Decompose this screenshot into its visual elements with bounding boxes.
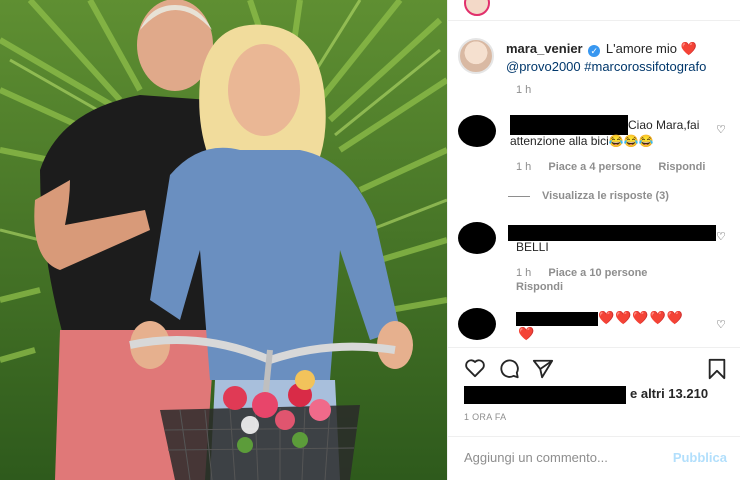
post-side-panel: mara_venier ✓ L'amore mio ❤️ @provo2000 … (447, 0, 740, 480)
comment-like-heart-icon[interactable]: ♡ (716, 230, 726, 243)
comment-meta: 1 h Piace a 10 persone Rispondi (516, 266, 716, 294)
add-comment-bar: Pubblica (448, 436, 740, 481)
comment-item: Ciao Mara,fai attenzione alla bici😂😂😂 ♡ … (458, 115, 733, 200)
header-strip (448, 0, 740, 21)
replies-divider (508, 195, 530, 197)
comment-like-heart-icon[interactable]: ♡ (716, 123, 726, 136)
post-photo[interactable] (0, 0, 447, 480)
comment-avatar-redacted[interactable] (458, 222, 496, 254)
add-comment-input[interactable] (462, 449, 666, 466)
share-paper-plane-icon[interactable] (532, 358, 554, 380)
comment-avatar-redacted[interactable] (458, 115, 496, 147)
caption-time[interactable]: 1 h (516, 84, 531, 96)
caption-mention[interactable]: @provo2000 (506, 59, 581, 74)
comment-hearts-line2: ❤️ (518, 326, 536, 341)
post-timestamp[interactable]: 1 ORA FA (464, 412, 506, 422)
caption-hashtag[interactable]: #marcorossifotografo (584, 59, 706, 74)
comment-hearts-text: ❤️❤️❤️❤️❤️ (598, 310, 684, 325)
comment-item: ❤️❤️❤️❤️❤️ ❤️ ♡ (458, 308, 733, 346)
comment-text: BELLI (516, 240, 549, 254)
comment-text-line2: attenzione alla bici😂😂😂 (510, 134, 654, 148)
comment-avatar-redacted[interactable] (458, 308, 496, 340)
photo-illustration (0, 0, 447, 480)
comment-reply-button[interactable]: Rispondi (516, 281, 563, 293)
caption-body: L'amore mio (605, 41, 677, 56)
author-avatar[interactable] (458, 38, 494, 74)
liked-by-redacted (464, 386, 626, 404)
comment-likes[interactable]: Piace a 10 persone (548, 267, 647, 279)
comment-likes[interactable]: Piace a 4 persone (548, 161, 641, 173)
comment-item: BELLI ♡ 1 h Piace a 10 persone Rispondi (458, 222, 733, 297)
like-heart-icon[interactable] (464, 358, 486, 378)
comment-bubble-icon[interactable] (498, 358, 520, 380)
comment-username-redacted (516, 312, 598, 326)
comment-text: Ciao Mara,fai (628, 118, 700, 132)
comment-meta: 1 h Piace a 4 persone Rispondi (516, 161, 719, 173)
header-avatar[interactable] (464, 0, 490, 16)
publish-button[interactable]: Pubblica (673, 450, 727, 465)
author-username[interactable]: mara_venier (506, 41, 583, 56)
comment-time[interactable]: 1 h (516, 267, 531, 279)
view-replies-button[interactable]: Visualizza le risposte (3) (508, 190, 669, 202)
comment-like-heart-icon[interactable]: ♡ (716, 318, 726, 331)
likes-count[interactable]: e altri 13.210 (630, 386, 708, 401)
verified-badge-icon: ✓ (588, 45, 601, 57)
comment-reply-button[interactable]: Rispondi (658, 161, 705, 173)
caption-text: mara_venier ✓ L'amore mio ❤️ @provo2000 … (506, 40, 731, 76)
comment-username-redacted (510, 115, 628, 135)
caption-heart-emoji: ❤️ (680, 41, 697, 56)
comment-time[interactable]: 1 h (516, 161, 531, 173)
view-replies-label: Visualizza le risposte (3) (542, 190, 669, 202)
save-bookmark-icon[interactable] (707, 358, 727, 380)
